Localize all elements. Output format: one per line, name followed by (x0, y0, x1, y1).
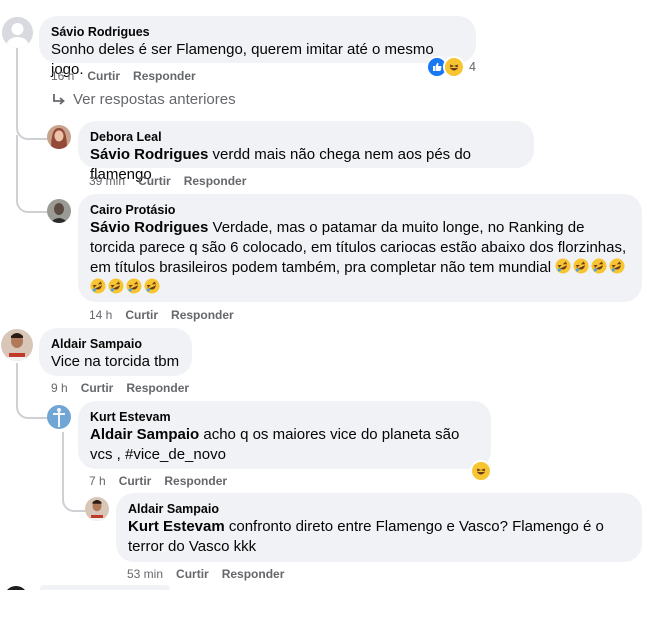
comment-time[interactable]: 9 h (51, 381, 68, 395)
comment-time[interactable]: 16 h (51, 69, 74, 83)
thread-line (16, 48, 50, 140)
like-button[interactable]: Curtir (87, 69, 120, 83)
profile-photo (47, 405, 71, 429)
view-previous-replies[interactable]: Ver respostas anteriores (52, 91, 236, 108)
comment-time[interactable]: 14 h (89, 308, 112, 322)
avatar[interactable] (47, 125, 71, 149)
avatar[interactable] (47, 405, 71, 429)
profile-photo (85, 497, 109, 521)
reply-button[interactable]: Responder (171, 308, 234, 322)
avatar[interactable] (85, 497, 109, 521)
avatar[interactable] (47, 199, 71, 223)
comment-meta: 53 min Curtir Responder (127, 566, 297, 582)
default-profile-icon (2, 17, 33, 48)
reply-arrow-icon (53, 93, 65, 105)
profile-photo (47, 125, 71, 149)
like-button[interactable]: Curtir (138, 174, 171, 188)
reaction-count: 4 (469, 60, 476, 74)
haha-reaction-icon (470, 460, 492, 482)
reply-button[interactable]: Responder (133, 69, 196, 83)
comment-bubble: Debora Leal Sávio Rodrigues verdd mais n… (78, 121, 534, 183)
laughing-emoji-icon (126, 278, 142, 294)
like-button[interactable]: Curtir (176, 567, 209, 581)
comment-author[interactable]: Aldair Sampaio (51, 336, 180, 352)
comment-meta: 14 h Curtir Responder (89, 307, 247, 323)
mention-link[interactable]: Aldair Sampaio (90, 426, 199, 443)
comment-time[interactable]: 39 min (89, 174, 125, 188)
comment-meta: 7 h Curtir Responder (89, 473, 240, 489)
thread-line (16, 135, 50, 213)
comment-bubble: Aldair Sampaio Kurt Estevam confronto di… (116, 493, 642, 562)
comment-text: Vice na torcida tbm (51, 353, 180, 370)
mention-link[interactable]: Sávio Rodrigues (90, 219, 208, 236)
mention-link[interactable]: Sávio Rodrigues (90, 146, 208, 163)
profile-photo (47, 199, 71, 223)
comment-bubble: Kurt Estevam Aldair Sampaio acho q os ma… (78, 401, 491, 469)
laughing-emoji-icon (90, 278, 106, 294)
comment-author[interactable]: Cairo Protásio (90, 202, 630, 218)
comment-meta: 39 min Curtir Responder (89, 173, 259, 189)
laughing-emoji-icon (108, 278, 124, 294)
comment-bubble: Cairo Protásio Sávio Rodrigues Verdade, … (78, 194, 642, 302)
reaction-summary[interactable]: 4 (426, 56, 476, 78)
comment-time[interactable]: 53 min (127, 567, 163, 581)
comment-bubble: Sávio Rodrigues Sonho deles é ser Flamen… (39, 16, 476, 78)
like-button[interactable]: Curtir (81, 381, 114, 395)
comment-meta: 16 h Curtir Responder (51, 68, 209, 84)
avatar[interactable] (1, 329, 33, 361)
reply-button[interactable]: Responder (164, 474, 227, 488)
reaction-summary[interactable] (470, 460, 492, 482)
like-button[interactable]: Curtir (125, 308, 158, 322)
comment-meta: 9 h Curtir Responder (51, 380, 202, 396)
mention-link[interactable]: Kurt Estevam (128, 518, 225, 535)
comment-bubble (40, 585, 170, 590)
comment-time[interactable]: 7 h (89, 474, 106, 488)
laughing-emoji-icon (144, 278, 160, 294)
laughing-emoji-icon (591, 258, 607, 274)
comment-author[interactable]: Sávio Rodrigues (51, 24, 464, 40)
page-bottom (0, 590, 656, 625)
avatar[interactable] (2, 17, 33, 48)
comment-author[interactable]: Kurt Estevam (90, 409, 479, 425)
laughing-emoji-icon (555, 258, 571, 274)
profile-photo (1, 329, 33, 361)
comment-bubble: Aldair Sampaio Vice na torcida tbm (39, 328, 192, 376)
like-button[interactable]: Curtir (119, 474, 152, 488)
reply-button[interactable]: Responder (222, 567, 285, 581)
haha-reaction-icon (443, 56, 465, 78)
laughing-emoji-icon (573, 258, 589, 274)
comment-author[interactable]: Aldair Sampaio (128, 501, 630, 517)
laughing-emoji-icon (609, 258, 625, 274)
reply-button[interactable]: Responder (184, 174, 247, 188)
reply-button[interactable]: Responder (126, 381, 189, 395)
comment-author[interactable]: Debora Leal (90, 129, 522, 145)
